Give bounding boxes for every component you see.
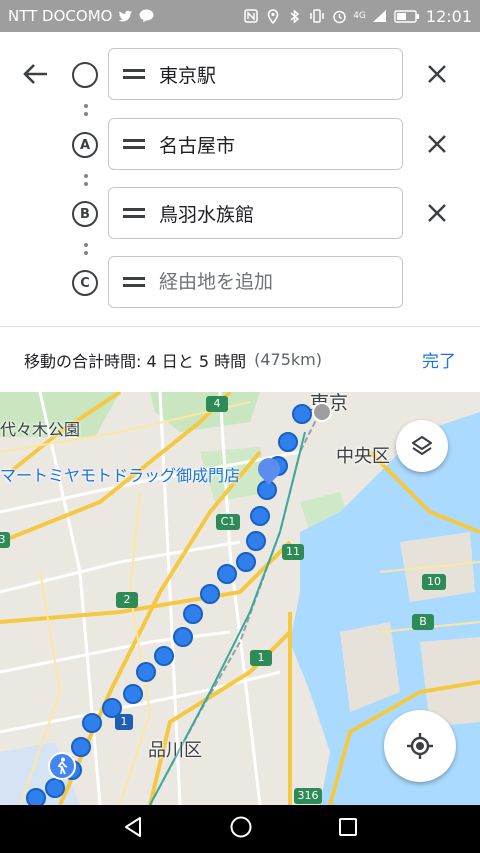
alarm-icon (331, 8, 347, 24)
stop-a-marker-icon: A (72, 132, 98, 158)
origin-marker-icon (72, 62, 98, 88)
stop-a-label: 名古屋市 (159, 134, 236, 157)
drag-handle-icon[interactable] (123, 208, 145, 218)
stop-a-field[interactable]: 名古屋市 (108, 118, 403, 170)
location-icon (265, 8, 281, 24)
drag-handle-icon[interactable] (123, 69, 145, 79)
done-button[interactable]: 完了 (422, 347, 456, 372)
stop-b-field[interactable]: 鳥羽水族館 (108, 187, 403, 239)
crosshair-icon (407, 733, 433, 759)
total-distance: (475km) (254, 350, 322, 369)
circle-home-icon (230, 816, 252, 838)
status-bar: NTT DOCOMO 4G 12:01 (0, 0, 480, 32)
stop-row-add: C (0, 256, 480, 310)
back-nav-button[interactable] (122, 816, 144, 842)
layers-icon (412, 436, 432, 455)
remove-stop-b-button[interactable] (420, 196, 454, 230)
layers-button[interactable] (396, 420, 448, 472)
triangle-back-icon (125, 817, 142, 837)
stop-b-marker-icon: B (72, 201, 98, 227)
origin-label: 東京駅 (159, 64, 217, 87)
close-icon (428, 65, 446, 83)
stop-c-marker-icon: C (72, 270, 98, 296)
walking-person-icon (48, 752, 76, 780)
carrier-label: NTT DOCOMO (8, 7, 113, 25)
add-stop-field[interactable] (108, 256, 403, 308)
drag-handle-icon[interactable] (123, 277, 145, 287)
add-stop-input[interactable] (159, 271, 359, 293)
total-time: 移動の合計時間: 4 日と 5 時間 (24, 351, 247, 371)
bluetooth-icon (287, 8, 303, 24)
close-icon (428, 135, 446, 153)
remove-stop-a-button[interactable] (420, 127, 454, 161)
network-label: 4G (353, 10, 366, 21)
remove-origin-button[interactable] (420, 57, 454, 91)
battery-icon (394, 8, 420, 24)
map-view[interactable]: 東京 中央区 代々木公園 マートミヤモトドラッグ御成門店 品川区 4 C1 11… (0, 392, 480, 805)
recents-nav-button[interactable] (338, 817, 358, 841)
stop-b-label: 鳥羽水族館 (159, 203, 255, 226)
origin-field[interactable]: 東京駅 (108, 48, 403, 100)
nfc-icon (243, 8, 259, 24)
square-recents-icon (338, 818, 357, 836)
vibrate-icon (309, 8, 325, 24)
stop-row-origin: 東京駅 (0, 48, 480, 102)
stop-row-a: A 名古屋市 (0, 118, 480, 172)
chat-icon (138, 8, 154, 24)
home-nav-button[interactable] (229, 815, 253, 843)
stop-row-b: B 鳥羽水族館 (0, 187, 480, 241)
drag-handle-icon[interactable] (123, 139, 145, 149)
system-navigation-bar (0, 805, 480, 853)
directions-panel: 東京駅 A 名古屋市 B 鳥羽水族館 C 経由地を追加 移動の合計時間: 4 日… (0, 32, 480, 392)
twitter-icon (117, 8, 133, 24)
signal-icon (372, 8, 388, 24)
route-summary: 移動の合計時間: 4 日と 5 時間 (475km) 完了 (0, 326, 480, 392)
clock: 12:01 (425, 6, 472, 26)
my-location-button[interactable] (384, 710, 456, 782)
close-icon (428, 204, 446, 222)
